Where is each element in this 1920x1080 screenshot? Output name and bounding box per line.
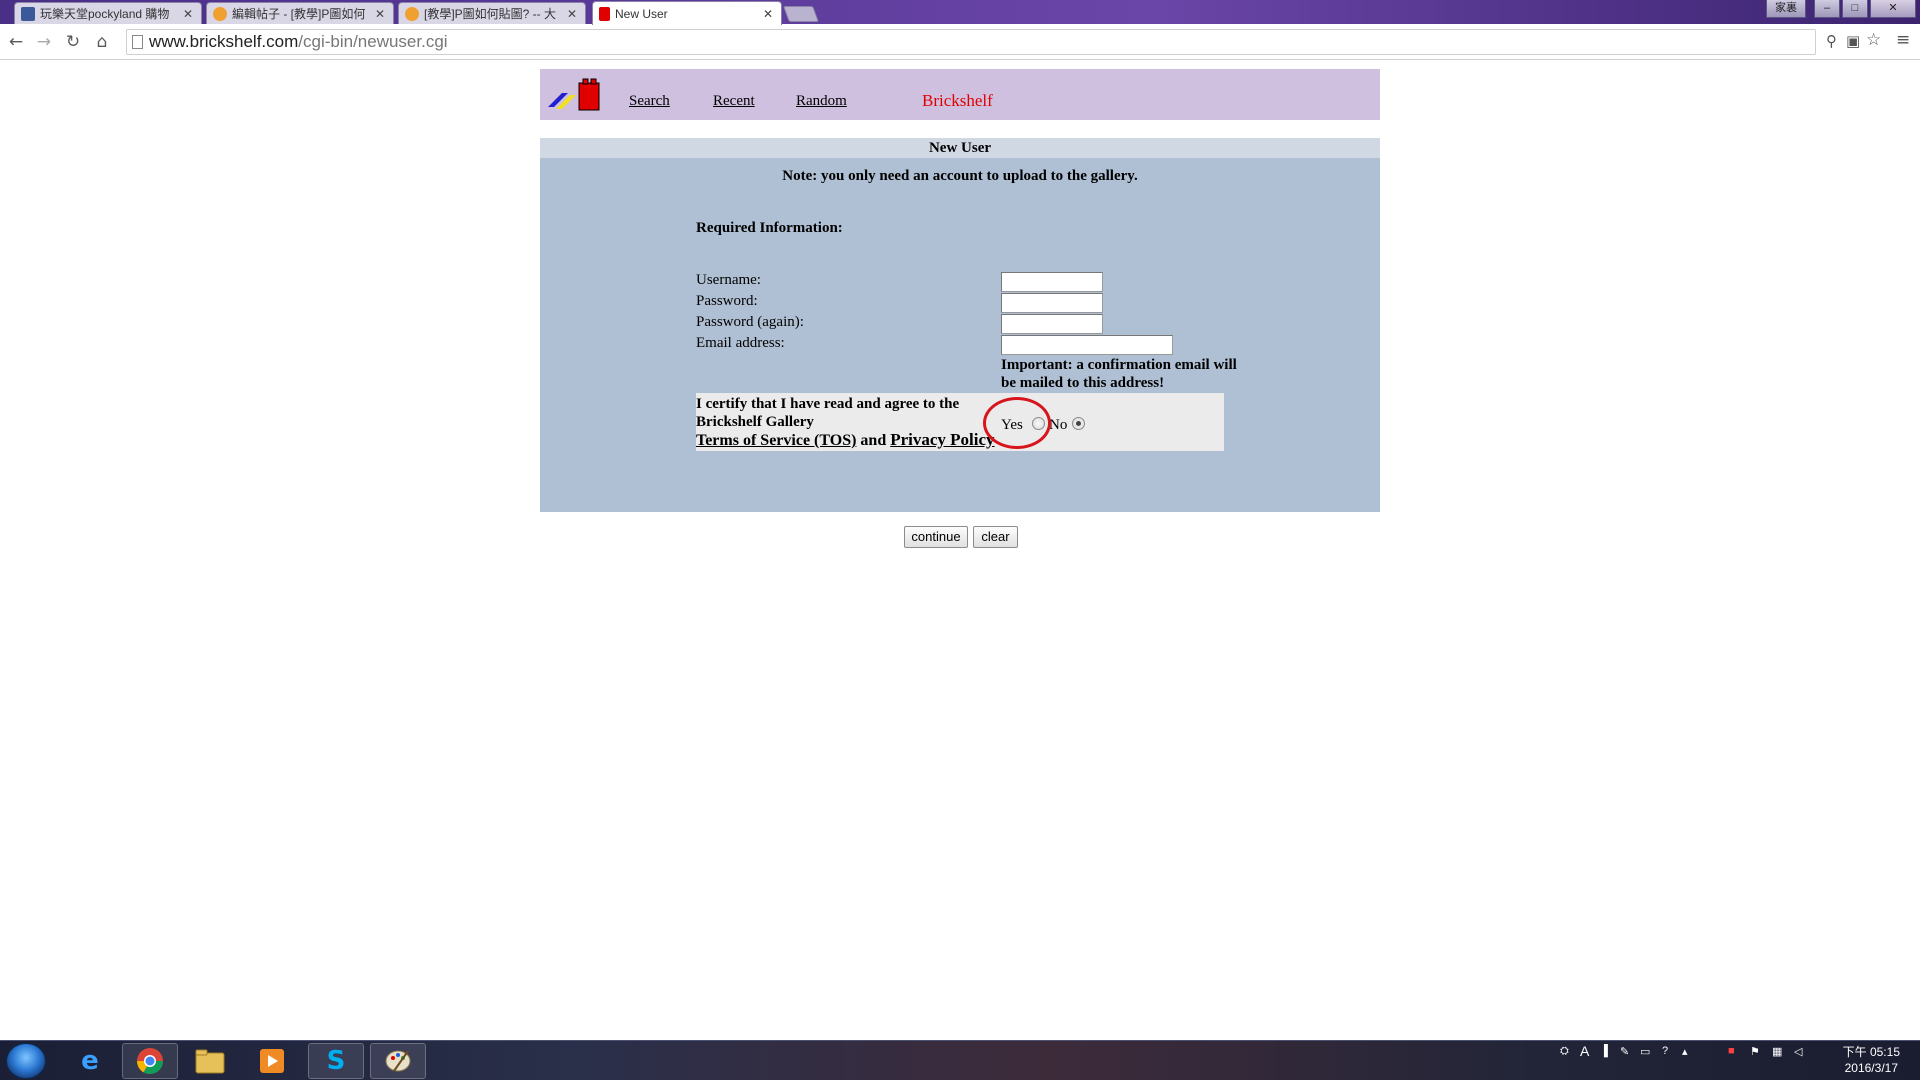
password-again-label: Password (again):: [696, 314, 804, 330]
media-player-icon[interactable]: [244, 1043, 300, 1079]
tray-help-icon[interactable]: ?: [1662, 1045, 1668, 1057]
page-icon: [132, 35, 143, 49]
close-icon[interactable]: ✕: [183, 7, 193, 21]
chrome-logo: [136, 1048, 164, 1075]
tos-line-3: Terms of Service (TOS) and Privacy Polic…: [696, 431, 996, 450]
tray-app-icon[interactable]: ▐: [1600, 1045, 1608, 1057]
address-bar[interactable]: www.brickshelf.com/cgi-bin/newuser.cgi: [126, 29, 1816, 55]
brickshelf-icon: [599, 6, 610, 21]
tray-network-status-icon[interactable]: ▦: [1772, 1045, 1782, 1058]
close-icon[interactable]: ✕: [763, 7, 773, 21]
bookmark-star-icon[interactable]: ☆: [1866, 30, 1881, 50]
email-label: Email address:: [696, 335, 785, 351]
nav-random-link[interactable]: Random: [796, 93, 847, 110]
account-note: Note: you only need an account to upload…: [782, 168, 1138, 184]
tab-label: [教學]P圖如何貼圖? -- 大: [424, 7, 557, 21]
password-label: Password:: [696, 293, 758, 309]
clock-time: 下午 05:15: [1842, 1045, 1900, 1059]
site-navbar: Search Recent Random Brickshelf: [540, 69, 1380, 120]
palette-glyph: [385, 1050, 411, 1072]
taskbar-clock[interactable]: 下午 05:15 2016/3/17: [1843, 1044, 1900, 1076]
nav-search-link[interactable]: Search: [629, 93, 670, 110]
tab-label: New User: [615, 6, 668, 21]
password-again-input[interactable]: [1001, 314, 1103, 334]
continue-button[interactable]: continue: [904, 526, 968, 548]
url-domain: www.brickshelf.com: [149, 32, 299, 51]
tos-link[interactable]: Terms of Service (TOS): [696, 432, 856, 449]
tray-security-icon[interactable]: ■: [1728, 1045, 1735, 1057]
menu-icon[interactable]: ≡: [1896, 30, 1910, 50]
tray-pen-icon[interactable]: ✎: [1620, 1045, 1629, 1058]
clear-button[interactable]: clear: [973, 526, 1018, 548]
window-user-badge[interactable]: 家裏: [1766, 0, 1806, 18]
privacy-policy-link[interactable]: Privacy Policy: [890, 430, 994, 449]
tab-label: 編輯帖子 - [教學]P圖如何: [232, 7, 366, 21]
browser-toolbar: ← → ↻ ⌂ www.brickshelf.com/cgi-bin/newus…: [0, 24, 1920, 60]
start-button[interactable]: [6, 1043, 46, 1079]
clock-date: 2016/3/17: [1844, 1061, 1898, 1075]
tray-display-icon[interactable]: ▭: [1640, 1045, 1650, 1058]
tos-no-radio[interactable]: [1072, 417, 1085, 430]
username-input[interactable]: [1001, 272, 1103, 292]
facebook-icon: [21, 6, 35, 21]
url-path: /cgi-bin/newuser.cgi: [298, 32, 448, 51]
close-window-icon[interactable]: ✕: [1870, 0, 1916, 18]
nav-recent-link[interactable]: Recent: [713, 93, 755, 110]
new-user-panel: New User Note: you only need an account …: [540, 138, 1380, 548]
close-icon[interactable]: ✕: [567, 7, 577, 21]
tray-ime-icon[interactable]: A: [1580, 1043, 1589, 1059]
close-icon[interactable]: ✕: [375, 7, 385, 21]
tos-and: and: [860, 432, 887, 449]
tray-volume-icon[interactable]: ◁: [1794, 1045, 1802, 1058]
forum-icon: [213, 6, 227, 21]
browser-tab-new-user[interactable]: New User ✕: [592, 1, 782, 25]
translate-icon[interactable]: ▣: [1846, 32, 1860, 50]
forward-icon[interactable]: →: [34, 32, 54, 52]
tray-network-icon[interactable]: ⛭: [1560, 1045, 1569, 1058]
media-glyph: [260, 1049, 284, 1073]
reload-icon[interactable]: ↻: [63, 32, 83, 52]
folder-glyph: [195, 1049, 225, 1074]
username-label: Username:: [696, 272, 761, 288]
browser-tab-edit-post[interactable]: 編輯帖子 - [教學]P圖如何 ✕: [206, 2, 394, 24]
tos-line-1: I certify that I have read and agree to …: [696, 396, 960, 412]
location-pin-icon[interactable]: ⚲: [1826, 32, 1837, 50]
home-icon[interactable]: ⌂: [92, 32, 112, 52]
password-input[interactable]: [1001, 293, 1103, 313]
skype-icon[interactable]: S: [308, 1043, 364, 1079]
file-explorer-icon[interactable]: [182, 1043, 238, 1079]
tos-statement: I certify that I have read and agree to …: [696, 395, 996, 450]
browser-tab-tutorial[interactable]: [教學]P圖如何貼圖? -- 大 ✕: [398, 2, 586, 24]
brickshelf-logo[interactable]: [548, 77, 604, 113]
internet-explorer-icon[interactable]: e: [62, 1043, 118, 1079]
email-input[interactable]: [1001, 335, 1173, 355]
tab-label: 玩樂天堂pockyland 購物: [40, 7, 170, 21]
minimize-icon[interactable]: –: [1814, 0, 1840, 18]
tray-expand-icon[interactable]: ▴: [1682, 1045, 1688, 1058]
browser-titlebar: 玩樂天堂pockyland 購物 ✕ 編輯帖子 - [教學]P圖如何 ✕ [教學…: [0, 0, 1920, 25]
forum-icon: [405, 6, 419, 21]
panel-title: New User: [540, 138, 1380, 158]
site-brand: Brickshelf: [922, 91, 993, 110]
tos-line-2: Brickshelf Gallery: [696, 414, 814, 430]
tos-agreement-box: I certify that I have read and agree to …: [696, 393, 1224, 451]
browser-tab-facebook[interactable]: 玩樂天堂pockyland 購物 ✕: [14, 2, 202, 24]
new-tab-button[interactable]: [783, 6, 819, 22]
back-icon[interactable]: ←: [6, 32, 26, 52]
window-controls: 家裏 – □ ✕: [1766, 0, 1916, 18]
chrome-icon[interactable]: [122, 1043, 178, 1079]
required-heading: Required Information:: [696, 220, 843, 236]
email-important-notice: Important: a confirmation email will be …: [1001, 357, 1237, 391]
tos-no-label: No: [1049, 417, 1068, 433]
page-content: Search Recent Random Brickshelf New User…: [0, 60, 1920, 1040]
annotation-circle: [983, 397, 1051, 449]
paint-icon[interactable]: [370, 1043, 426, 1079]
windows-taskbar: e S ⛭ A ▐ ✎ ▭ ? ▴ ■ ⚑ ▦ ◁ 下午 05:15 2016/…: [0, 1040, 1920, 1080]
tray-flag-icon[interactable]: ⚑: [1750, 1045, 1760, 1058]
maximize-icon[interactable]: □: [1842, 0, 1868, 18]
